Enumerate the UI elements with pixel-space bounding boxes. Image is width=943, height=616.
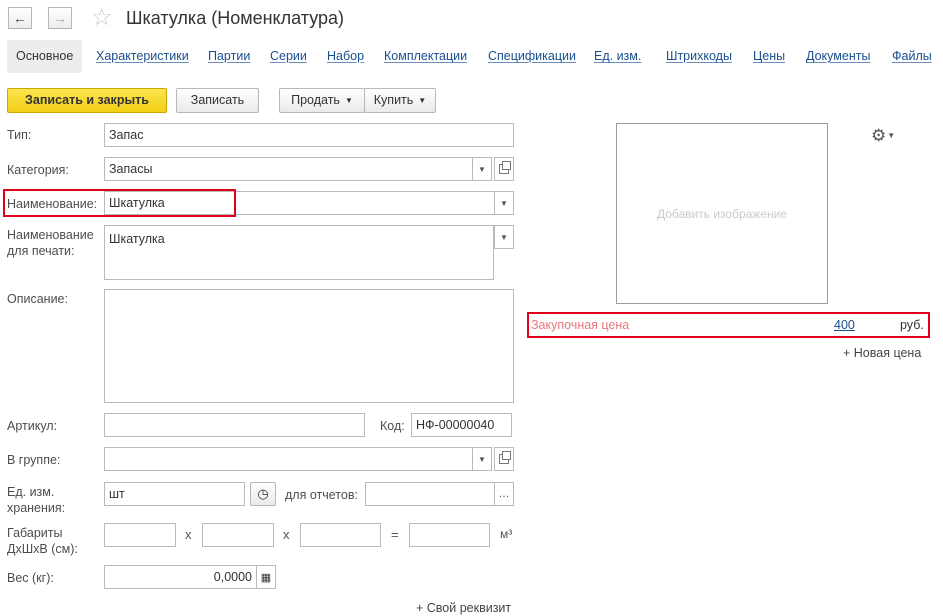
history-icon: ◷ xyxy=(257,486,269,501)
purchase-price-highlight-box xyxy=(527,312,930,338)
article-field[interactable] xyxy=(104,413,365,437)
article-label: Артикул: xyxy=(7,419,58,433)
chevron-down-icon: ▼ xyxy=(478,164,486,174)
category-field[interactable]: Запасы xyxy=(104,157,474,181)
tab-prices[interactable]: Цены xyxy=(753,40,785,73)
category-dropdown-button[interactable]: ▼ xyxy=(472,157,492,181)
times-symbol: x xyxy=(185,527,192,542)
code-field[interactable]: НФ-00000040 xyxy=(411,413,512,437)
tab-characteristics[interactable]: Характеристики xyxy=(96,40,189,73)
print-name-label-line2: для печати: xyxy=(7,244,75,258)
calculator-icon: ▦ xyxy=(260,571,272,584)
tab-main[interactable]: Основное xyxy=(7,40,83,73)
dims-label-line2: ДхШхВ (см): xyxy=(7,542,78,556)
arrow-right-icon: → xyxy=(53,10,67,26)
unit-field[interactable]: шт xyxy=(104,482,245,506)
name-highlight-box xyxy=(3,189,236,217)
group-open-button[interactable] xyxy=(494,447,514,471)
back-button[interactable]: ← xyxy=(8,7,32,29)
add-image-label: Добавить изображение xyxy=(656,206,788,221)
reports-unit-label: для отчетов: xyxy=(285,488,358,502)
group-label: В группе: xyxy=(7,453,61,467)
tab-barcodes[interactable]: Штрихкоды xyxy=(666,40,732,73)
buy-label: Купить xyxy=(373,93,414,107)
description-label: Описание: xyxy=(7,292,68,306)
code-label: Код: xyxy=(380,419,405,433)
reports-unit-select-button[interactable]: … xyxy=(494,482,514,506)
tab-files[interactable]: Файлы xyxy=(892,40,932,73)
dims-label-line1: Габариты xyxy=(7,526,63,540)
unit-label-line2: хранения: xyxy=(7,501,66,515)
print-name-label-line1: Наименование xyxy=(7,228,94,242)
group-dropdown-button[interactable]: ▼ xyxy=(472,447,492,471)
type-label: Тип: xyxy=(7,128,32,142)
chevron-down-icon: ▼ xyxy=(887,131,896,140)
unit-label-line1: Ед. изм. xyxy=(7,485,55,499)
group-field[interactable] xyxy=(104,447,474,471)
tab-units[interactable]: Ед. изм. xyxy=(594,40,641,73)
unit-history-button[interactable]: ◷ xyxy=(250,482,276,506)
reports-unit-field[interactable] xyxy=(365,482,495,506)
chevron-down-icon: ▼ xyxy=(500,232,508,242)
weight-calculator-button[interactable]: ▦ xyxy=(256,565,276,589)
forward-button[interactable]: → xyxy=(48,7,72,29)
settings-menu-button[interactable]: ⚙▼ xyxy=(871,126,895,146)
print-name-dropdown-button[interactable]: ▼ xyxy=(494,225,514,249)
tab-kits[interactable]: Комплектации xyxy=(384,40,467,73)
tab-documents[interactable]: Документы xyxy=(806,40,870,73)
description-field[interactable] xyxy=(104,289,514,403)
equals-symbol: = xyxy=(391,527,399,542)
buy-button[interactable]: Купить ▼ xyxy=(364,88,436,113)
width-field[interactable] xyxy=(202,523,274,547)
open-window-icon xyxy=(499,161,511,174)
sell-label: Продать xyxy=(291,93,340,107)
arrow-left-icon: ← xyxy=(13,10,27,26)
name-dropdown-button[interactable]: ▼ xyxy=(494,191,514,215)
type-field[interactable]: Запас xyxy=(104,123,514,147)
height-field[interactable] xyxy=(300,523,381,547)
category-open-button[interactable] xyxy=(494,157,514,181)
ellipsis-icon: … xyxy=(498,488,510,500)
save-and-close-button[interactable]: Записать и закрыть xyxy=(7,88,167,113)
save-button[interactable]: Записать xyxy=(176,88,259,113)
tab-series[interactable]: Серии xyxy=(270,40,307,73)
volume-unit: м³ xyxy=(500,527,513,541)
gear-icon: ⚙ xyxy=(871,126,887,145)
tab-batches[interactable]: Партии xyxy=(208,40,250,73)
chevron-down-icon: ▼ xyxy=(418,96,427,105)
add-custom-attribute-link[interactable]: + Свой реквизит xyxy=(416,600,511,616)
window-title: Шкатулка (Номенклатура) xyxy=(126,8,345,28)
chevron-down-icon: ▼ xyxy=(500,198,508,208)
chevron-down-icon: ▼ xyxy=(344,96,353,105)
category-label: Категория: xyxy=(7,163,69,177)
add-image-area[interactable]: Добавить изображение xyxy=(616,123,828,304)
new-price-link[interactable]: + Новая цена xyxy=(843,345,921,361)
volume-field[interactable] xyxy=(409,523,490,547)
length-field[interactable] xyxy=(104,523,176,547)
sell-button[interactable]: Продать ▼ xyxy=(279,88,365,113)
open-window-icon xyxy=(499,451,511,464)
weight-label: Вес (кг): xyxy=(7,571,54,585)
print-name-field[interactable]: Шкатулка xyxy=(104,225,494,280)
star-icon[interactable]: ☆ xyxy=(91,3,113,32)
tab-specifications[interactable]: Спецификации xyxy=(488,40,576,73)
weight-field[interactable]: 0,0000 xyxy=(104,565,257,589)
times-symbol: x xyxy=(283,527,290,542)
tab-set[interactable]: Набор xyxy=(327,40,364,73)
chevron-down-icon: ▼ xyxy=(478,454,486,464)
